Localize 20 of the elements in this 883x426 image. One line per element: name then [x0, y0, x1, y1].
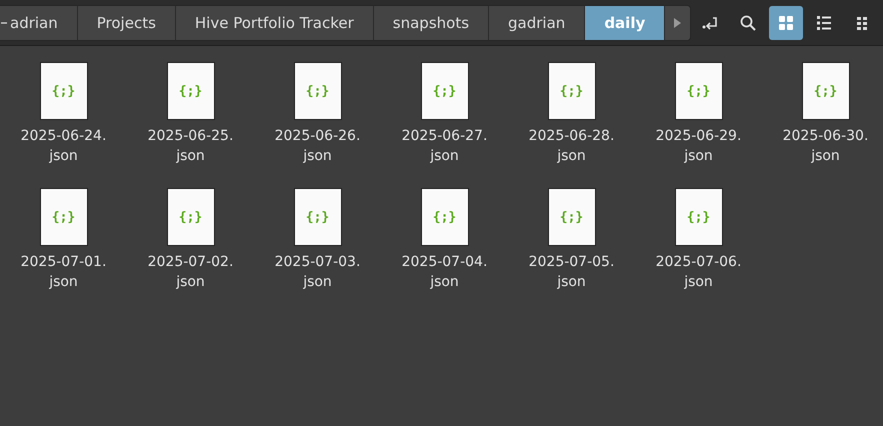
file-name[interactable]: 2025-07-05.json: [520, 252, 624, 292]
file-name[interactable]: 2025-07-03.json: [266, 252, 370, 292]
file-name[interactable]: 2025-06-25.json: [138, 126, 242, 166]
enter-arrow-icon: [702, 16, 718, 30]
file-name[interactable]: 2025-07-04.json: [392, 252, 496, 292]
file-name[interactable]: 2025-07-01.json: [12, 252, 116, 292]
file-name[interactable]: 2025-06-24.json: [12, 126, 116, 166]
file-name[interactable]: 2025-06-30.json: [774, 126, 878, 166]
list-view-icon: [817, 16, 831, 30]
grid-view-button[interactable]: [769, 6, 803, 40]
triangle-right-icon: [674, 18, 682, 28]
file-name[interactable]: 2025-07-06.json: [646, 252, 750, 292]
search-icon: [740, 14, 756, 30]
file-name[interactable]: 2025-06-29.json: [646, 126, 750, 166]
file-name[interactable]: 2025-06-26.json: [266, 126, 370, 166]
grid-view-icon: [779, 16, 793, 30]
compact-view-icon: [855, 16, 869, 30]
file-name[interactable]: 2025-06-28.json: [520, 126, 624, 166]
file-name[interactable]: 2025-06-27.json: [392, 126, 496, 166]
file-name[interactable]: 2025-07-02.json: [138, 252, 242, 292]
